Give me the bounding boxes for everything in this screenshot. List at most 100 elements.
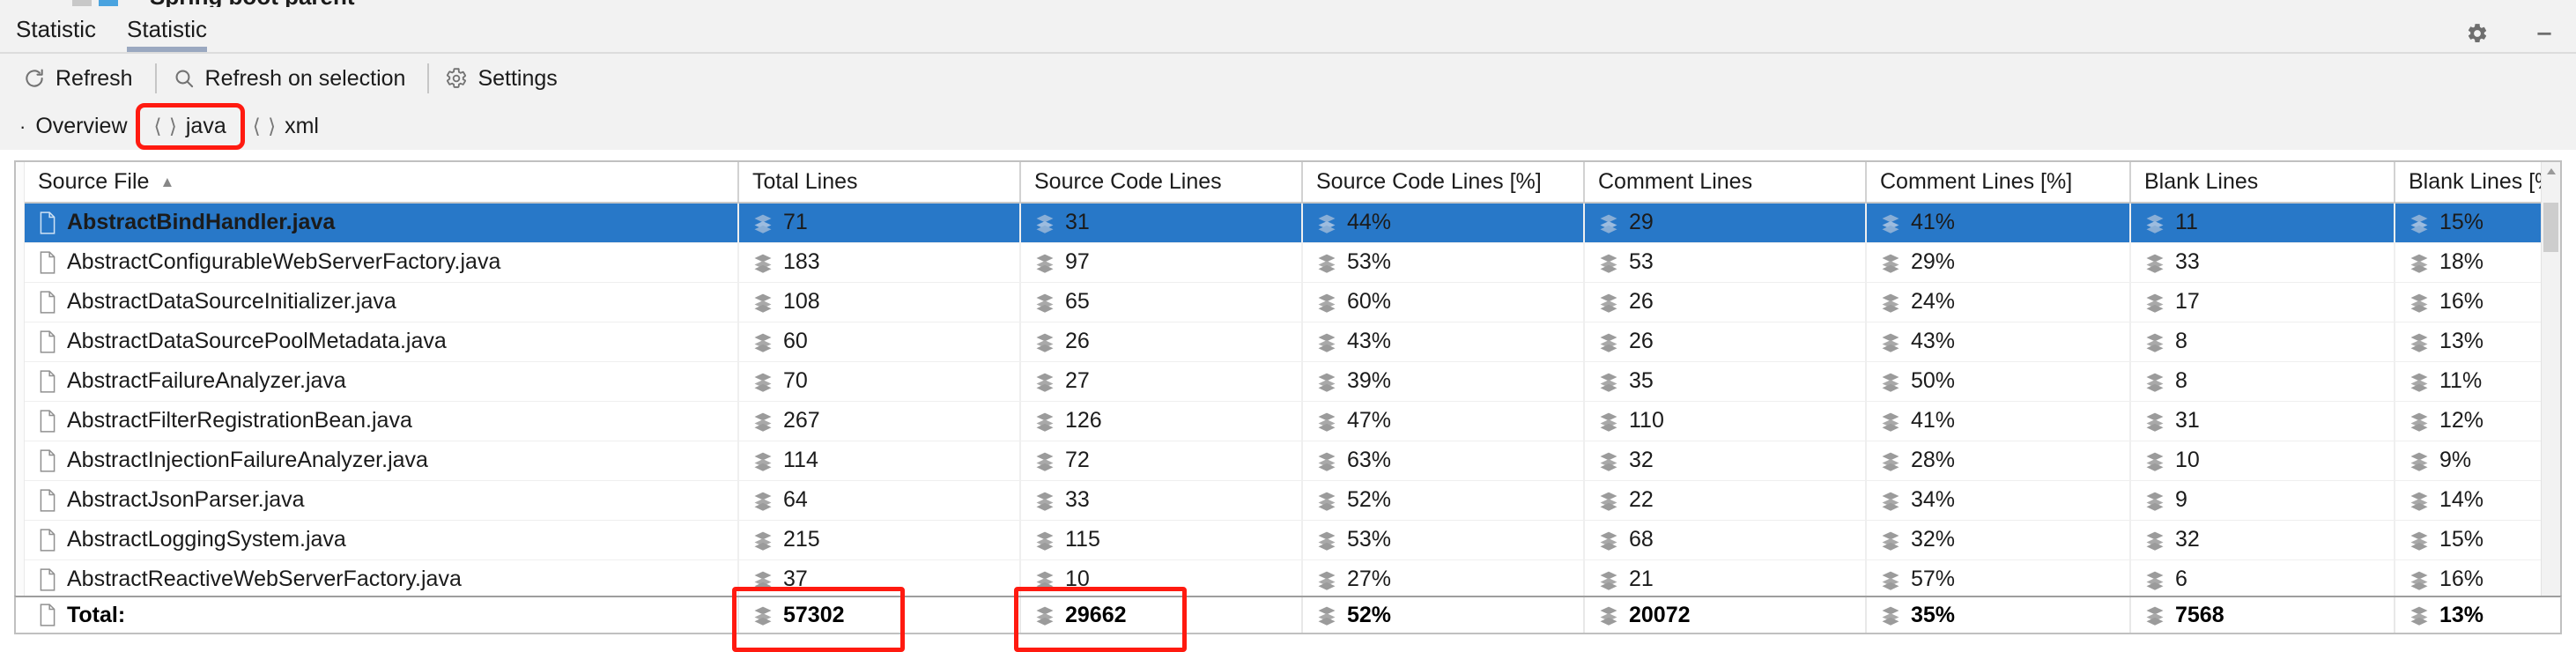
cell-comment-lines[interactable]: 35: [1584, 361, 1867, 402]
cell-comment-lines[interactable]: 21: [1584, 559, 1867, 600]
tab-statistic-1[interactable]: Statistic: [0, 7, 112, 52]
cell-source-file[interactable]: AbstractInjectionFailureAnalyzer.java: [25, 441, 739, 481]
cell-total-lines[interactable]: 70: [738, 361, 1021, 402]
cell-comment-lines-pct[interactable]: 24%: [1866, 282, 2131, 322]
cell-total-lines[interactable]: 60: [738, 322, 1021, 362]
cell-source-code-lines[interactable]: 126: [1020, 401, 1303, 441]
cell-blank-lines-pct[interactable]: 11%: [2395, 361, 2560, 402]
cell-comment-lines[interactable]: 26: [1584, 322, 1867, 362]
table-row[interactable]: AbstractDataSourceInitializer.java 108 65 6…: [25, 282, 2560, 322]
cell-blank-lines-pct[interactable]: 16%: [2395, 559, 2560, 600]
cell-blank-lines[interactable]: 33: [2130, 242, 2395, 283]
cell-source-code-lines[interactable]: 72: [1020, 441, 1303, 481]
cell-blank-lines-pct[interactable]: 12%: [2395, 401, 2560, 441]
table-row[interactable]: AbstractBindHandler.java 71 31 44% 29 41% 11 15…: [25, 203, 2560, 243]
scroll-up-arrow-icon[interactable]: [2542, 162, 2560, 182]
table-row[interactable]: AbstractConfigurableWebServerFactory.jav…: [25, 242, 2560, 283]
cell-comment-lines-pct[interactable]: 28%: [1866, 441, 2131, 481]
cell-blank-lines-pct[interactable]: 18%: [2395, 242, 2560, 283]
cell-source-code-lines-pct[interactable]: 60%: [1302, 282, 1585, 322]
column-header-total-lines[interactable]: Total Lines: [738, 162, 1021, 204]
cell-source-code-lines-pct[interactable]: 27%: [1302, 559, 1585, 600]
cell-blank-lines-pct[interactable]: 15%: [2395, 203, 2560, 243]
cell-source-file[interactable]: AbstractBindHandler.java: [25, 203, 739, 243]
cell-total-lines[interactable]: 215: [738, 520, 1021, 560]
cell-source-code-lines-pct[interactable]: 52%: [1302, 480, 1585, 521]
gear-icon[interactable]: [2460, 16, 2495, 51]
cell-blank-lines[interactable]: 9: [2130, 480, 2395, 521]
breadcrumb-item-xml[interactable]: ⟨ ⟩ xml: [241, 110, 331, 143]
cell-blank-lines-pct[interactable]: 16%: [2395, 282, 2560, 322]
cell-total-lines[interactable]: 267: [738, 401, 1021, 441]
cell-comment-lines-pct[interactable]: 57%: [1866, 559, 2131, 600]
cell-blank-lines[interactable]: 10: [2130, 441, 2395, 481]
cell-source-file[interactable]: AbstractConfigurableWebServerFactory.jav…: [25, 242, 739, 283]
cell-blank-lines[interactable]: 32: [2130, 520, 2395, 560]
cell-source-code-lines[interactable]: 97: [1020, 242, 1303, 283]
cell-source-file[interactable]: AbstractReactiveWebServerFactory.java: [25, 559, 739, 600]
cell-source-code-lines[interactable]: 10: [1020, 559, 1303, 600]
cell-source-code-lines[interactable]: 65: [1020, 282, 1303, 322]
cell-comment-lines[interactable]: 26: [1584, 282, 1867, 322]
cell-total-lines[interactable]: 37: [738, 559, 1021, 600]
breadcrumb-item-java[interactable]: ⟨ ⟩ java: [135, 103, 245, 150]
refresh-on-selection-button[interactable]: Refresh on selection: [164, 63, 421, 94]
column-header-source-code-lines[interactable]: Source Code Lines: [1020, 162, 1303, 204]
cell-source-code-lines[interactable]: 33: [1020, 480, 1303, 521]
cell-total-lines[interactable]: 71: [738, 203, 1021, 243]
cell-source-code-lines-pct[interactable]: 63%: [1302, 441, 1585, 481]
cell-comment-lines[interactable]: 110: [1584, 401, 1867, 441]
cell-source-file[interactable]: AbstractDataSourceInitializer.java: [25, 282, 739, 322]
tab-statistic-2[interactable]: Statistic: [111, 7, 223, 52]
table-row[interactable]: AbstractLoggingSystem.java 215 115 53% 68 32%…: [25, 520, 2560, 560]
cell-total-lines[interactable]: 108: [738, 282, 1021, 322]
cell-comment-lines[interactable]: 32: [1584, 441, 1867, 481]
cell-source-code-lines-pct[interactable]: 39%: [1302, 361, 1585, 402]
table-row[interactable]: AbstractFailureAnalyzer.java 70 27 39% 35 50%…: [25, 361, 2560, 402]
cell-source-code-lines-pct[interactable]: 43%: [1302, 322, 1585, 362]
column-header-comment-lines[interactable]: Comment Lines: [1584, 162, 1867, 204]
column-header-comment-lines-pct[interactable]: Comment Lines [%]: [1866, 162, 2131, 204]
cell-source-code-lines[interactable]: 27: [1020, 361, 1303, 402]
cell-blank-lines[interactable]: 8: [2130, 322, 2395, 362]
refresh-button[interactable]: Refresh: [14, 63, 148, 94]
table-row[interactable]: AbstractDataSourcePoolMetadata.java 60 26 4…: [25, 322, 2560, 362]
table-row[interactable]: AbstractFilterRegistrationBean.java 267 12…: [25, 401, 2560, 441]
cell-total-lines[interactable]: 64: [738, 480, 1021, 521]
cell-comment-lines[interactable]: 22: [1584, 480, 1867, 521]
table-row[interactable]: AbstractInjectionFailureAnalyzer.java 114…: [25, 441, 2560, 481]
cell-source-file[interactable]: AbstractLoggingSystem.java: [25, 520, 739, 560]
cell-blank-lines-pct[interactable]: 9%: [2395, 441, 2560, 481]
cell-source-code-lines-pct[interactable]: 53%: [1302, 242, 1585, 283]
cell-blank-lines[interactable]: 11: [2130, 203, 2395, 243]
cell-blank-lines[interactable]: 6: [2130, 559, 2395, 600]
cell-blank-lines[interactable]: 31: [2130, 401, 2395, 441]
breadcrumb-item-overview[interactable]: · Overview: [7, 110, 140, 143]
cell-total-lines[interactable]: 114: [738, 441, 1021, 481]
cell-source-code-lines-pct[interactable]: 44%: [1302, 203, 1585, 243]
vertical-scrollbar[interactable]: [2541, 162, 2560, 624]
cell-comment-lines[interactable]: 53: [1584, 242, 1867, 283]
cell-blank-lines-pct[interactable]: 14%: [2395, 480, 2560, 521]
table-row[interactable]: AbstractReactiveWebServerFactory.java 37 1…: [25, 559, 2560, 600]
column-header-blank-lines-pct[interactable]: Blank Lines [%]: [2395, 162, 2560, 204]
cell-source-code-lines[interactable]: 26: [1020, 322, 1303, 362]
cell-comment-lines-pct[interactable]: 32%: [1866, 520, 2131, 560]
cell-source-code-lines[interactable]: 31: [1020, 203, 1303, 243]
table-row[interactable]: AbstractJsonParser.java 64 33 52% 22 34% 9 14%: [25, 480, 2560, 521]
cell-source-code-lines-pct[interactable]: 47%: [1302, 401, 1585, 441]
cell-blank-lines[interactable]: 17: [2130, 282, 2395, 322]
scrollbar-thumb[interactable]: [2543, 203, 2558, 252]
cell-comment-lines-pct[interactable]: 43%: [1866, 322, 2131, 362]
cell-comment-lines-pct[interactable]: 41%: [1866, 203, 2131, 243]
cell-total-lines[interactable]: 183: [738, 242, 1021, 283]
cell-comment-lines-pct[interactable]: 50%: [1866, 361, 2131, 402]
cell-comment-lines[interactable]: 29: [1584, 203, 1867, 243]
cell-source-code-lines[interactable]: 115: [1020, 520, 1303, 560]
cell-blank-lines-pct[interactable]: 13%: [2395, 322, 2560, 362]
minimize-icon[interactable]: [2527, 16, 2562, 51]
cell-blank-lines[interactable]: 8: [2130, 361, 2395, 402]
column-header-blank-lines[interactable]: Blank Lines: [2130, 162, 2395, 204]
column-header-source-code-lines-pct[interactable]: Source Code Lines [%]: [1302, 162, 1585, 204]
cell-source-file[interactable]: AbstractFilterRegistrationBean.java: [25, 401, 739, 441]
